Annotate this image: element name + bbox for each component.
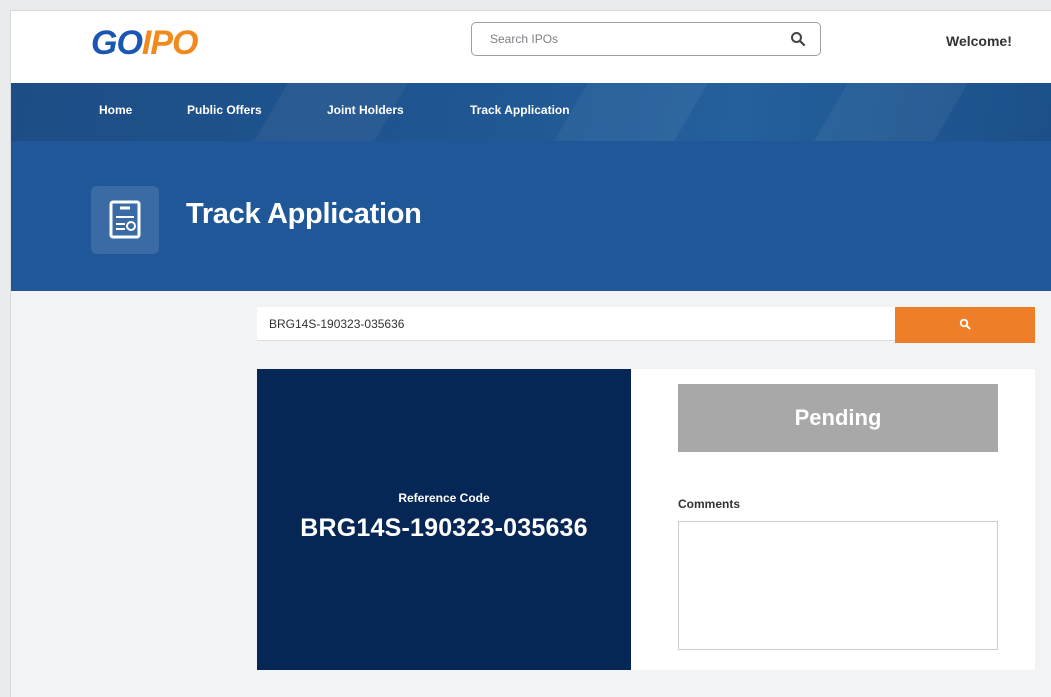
logo-ipo-text: IPO [141, 24, 199, 62]
nav-item-public-offers[interactable]: Public Offers [187, 103, 262, 117]
reference-search-field [257, 307, 895, 341]
page-title: Track Application [186, 198, 422, 230]
nav-item-joint-holders[interactable]: Joint Holders [327, 103, 404, 117]
reference-code-card: Reference Code BRG14S-190323-035636 [257, 369, 631, 670]
logo-go-text: GO [91, 24, 143, 62]
status-badge: Pending [678, 384, 998, 452]
top-header: GOIPO Welcome! [11, 11, 1051, 83]
nav-decoration [554, 83, 708, 141]
search-icon[interactable] [790, 31, 806, 47]
app-frame: GOIPO Welcome! Home Public Offers Joint … [10, 10, 1051, 697]
track-search-button[interactable] [895, 307, 1035, 343]
reference-code-value: BRG14S-190323-035636 [300, 514, 588, 542]
main-nav: Home Public Offers Joint Holders Track A… [11, 83, 1051, 141]
comments-label: Comments [678, 497, 741, 511]
goipo-logo[interactable]: GOIPO [91, 23, 199, 63]
search-icon [959, 318, 971, 330]
application-card-icon [91, 186, 159, 254]
nav-item-home[interactable]: Home [99, 103, 132, 117]
reference-code-input[interactable] [269, 314, 869, 334]
nav-decoration [814, 83, 968, 141]
nav-item-track-application[interactable]: Track Application [470, 103, 570, 117]
reference-code-label: Reference Code [398, 491, 490, 505]
welcome-user-link[interactable]: Welcome! [946, 33, 1012, 49]
page-hero: Track Application [11, 141, 1051, 291]
comments-textarea[interactable] [678, 521, 998, 650]
ipo-search-box [471, 22, 821, 56]
status-panel: Pending Comments [631, 369, 1035, 670]
ipo-search-input[interactable] [490, 29, 780, 49]
